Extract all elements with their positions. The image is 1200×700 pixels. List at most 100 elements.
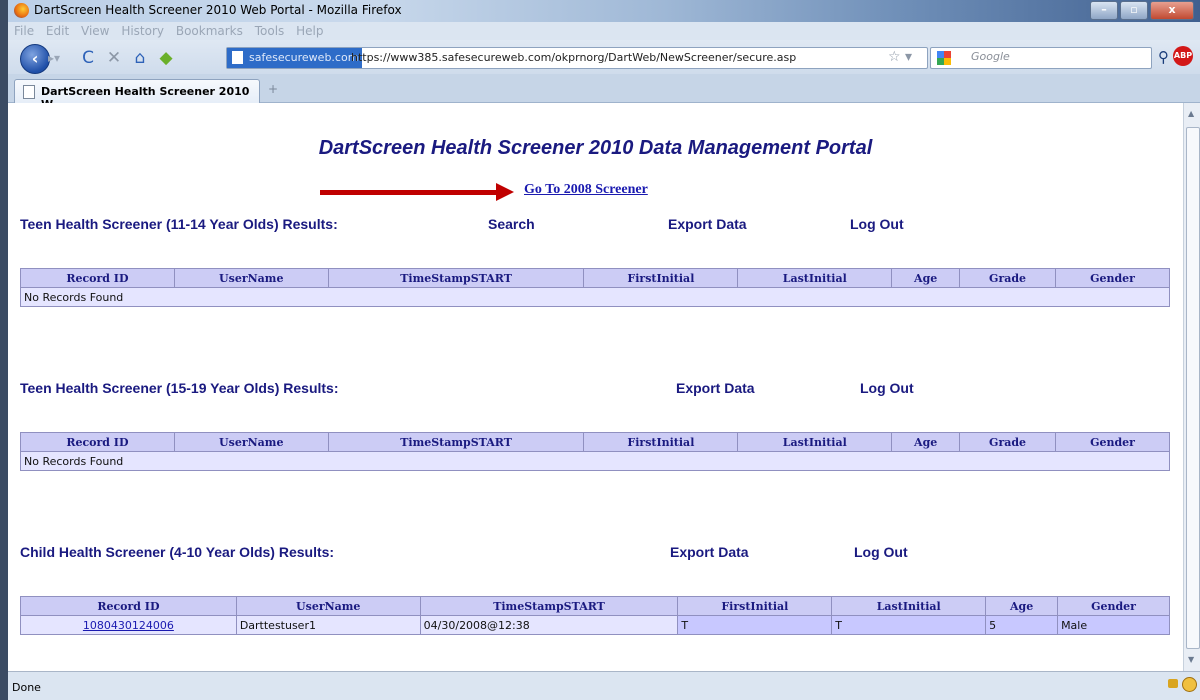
status-bar: Done (8, 671, 1200, 700)
reload-icon[interactable]: C (78, 48, 98, 68)
column-header[interactable]: LastInitial (737, 432, 893, 452)
results-table-teen-15-19: Record ID UserName TimeStampSTART FirstI… (20, 432, 1170, 471)
timestamp-cell: 04/30/2008@12:38 (419, 615, 679, 635)
page-icon (232, 51, 243, 64)
window-title: DartScreen Health Screener 2010 Web Port… (34, 3, 402, 17)
window-controls: – ▫ x (1090, 1, 1194, 20)
log-out-link[interactable]: Log Out (854, 544, 908, 560)
close-button[interactable]: x (1150, 1, 1194, 20)
column-header[interactable]: Grade (959, 432, 1057, 452)
column-header[interactable]: FirstInitial (583, 268, 739, 288)
scroll-down-arrow-icon[interactable]: ▼ (1188, 655, 1194, 664)
goto-2008-screener-link[interactable]: Go To 2008 Screener (524, 182, 648, 198)
column-header[interactable]: Age (985, 596, 1059, 616)
tab-active[interactable]: DartScreen Health Screener 2010 W... (14, 79, 260, 111)
tab-bar: DartScreen Health Screener 2010 W... + (8, 74, 1200, 111)
last-initial-cell: T (831, 615, 987, 635)
column-header[interactable]: LastInitial (737, 268, 893, 288)
column-header[interactable]: Gender (1057, 596, 1170, 616)
new-tab-button[interactable]: + (264, 82, 282, 98)
forward-dropdown-icon[interactable]: ▸▾ (48, 49, 66, 67)
search-input[interactable]: Google (930, 47, 1152, 69)
maximize-button[interactable]: ▫ (1120, 1, 1148, 20)
site-identity-badge[interactable]: safesecureweb.com (227, 48, 363, 68)
section-title-child-4-10: Child Health Screener (4-10 Year Olds) R… (20, 544, 335, 560)
column-header[interactable]: FirstInitial (583, 432, 739, 452)
vertical-scrollbar[interactable]: ▲ ▼ (1183, 103, 1200, 671)
addon-icon[interactable]: ◆ (156, 48, 176, 68)
url-bar[interactable]: safesecureweb.com https://www385.safesec… (226, 47, 928, 69)
table-header-row: Record ID UserName TimeStampSTART FirstI… (20, 268, 1170, 288)
no-records-message: No Records Found (20, 451, 1170, 471)
column-header[interactable]: UserName (173, 432, 329, 452)
log-out-link[interactable]: Log Out (850, 216, 904, 232)
table-header-row: Record ID UserName TimeStampSTART FirstI… (20, 596, 1170, 616)
navigation-toolbar: ‹ ▸▾ C ✕ ⌂ ◆ safesecureweb.com https://w… (8, 40, 1200, 74)
table-row: No Records Found (20, 451, 1170, 471)
menu-view[interactable]: View (81, 22, 109, 40)
column-header[interactable]: Record ID (20, 268, 175, 288)
menu-edit[interactable]: Edit (46, 22, 69, 40)
column-header[interactable]: FirstInitial (677, 596, 833, 616)
bookmark-star-icon[interactable]: ☆ ▾ (888, 48, 912, 66)
column-header[interactable]: Age (891, 432, 961, 452)
column-header[interactable]: TimeStampSTART (419, 596, 679, 616)
age-cell: 5 (985, 615, 1059, 635)
export-data-link[interactable]: Export Data (676, 380, 755, 396)
no-records-message: No Records Found (20, 287, 1170, 307)
menu-history[interactable]: History (121, 22, 164, 40)
arrow-shaft (320, 190, 500, 195)
back-button[interactable]: ‹ (20, 44, 50, 74)
table-row: No Records Found (20, 287, 1170, 307)
site-identity-label: safesecureweb.com (249, 51, 359, 64)
column-header[interactable]: UserName (235, 596, 421, 616)
menu-tools[interactable]: Tools (255, 22, 285, 40)
addon-status-icon[interactable] (1182, 677, 1197, 692)
record-id-cell[interactable]: 1080430124006 (20, 615, 237, 635)
adblock-icon[interactable]: ABP (1173, 46, 1193, 66)
search-go-icon[interactable]: ⚲ (1158, 48, 1169, 66)
first-initial-cell: T (677, 615, 833, 635)
scroll-up-arrow-icon[interactable]: ▲ (1188, 109, 1194, 118)
menu-bar: File Edit View History Bookmarks Tools H… (8, 22, 1200, 40)
minimize-button[interactable]: – (1090, 1, 1118, 20)
stop-icon[interactable]: ✕ (104, 48, 124, 68)
firefox-icon (14, 3, 29, 18)
results-table-teen-11-14: Record ID UserName TimeStampSTART FirstI… (20, 268, 1170, 307)
table-row: 1080430124006 Darttestuser1 04/30/2008@1… (20, 615, 1170, 635)
browser-window: DartScreen Health Screener 2010 Web Port… (8, 0, 1200, 700)
column-header[interactable]: UserName (173, 268, 329, 288)
menu-file[interactable]: File (14, 22, 34, 40)
scrollbar-thumb[interactable] (1186, 127, 1200, 649)
page-title: DartScreen Health Screener 2010 Data Man… (318, 137, 873, 159)
column-header[interactable]: Gender (1055, 268, 1170, 288)
google-icon[interactable] (937, 51, 951, 65)
column-header[interactable]: TimeStampSTART (327, 432, 585, 452)
table-header-row: Record ID UserName TimeStampSTART FirstI… (20, 432, 1170, 452)
status-text: Done (12, 681, 41, 694)
arrow-icon (496, 183, 514, 201)
column-header[interactable]: LastInitial (831, 596, 987, 616)
column-header[interactable]: Age (891, 268, 961, 288)
padlock-icon[interactable] (1168, 679, 1178, 688)
gender-cell: Male (1057, 615, 1170, 635)
home-icon[interactable]: ⌂ (130, 48, 150, 68)
column-header[interactable]: Gender (1055, 432, 1170, 452)
url-text[interactable]: https://www385.safesecureweb.com/okprnor… (351, 48, 796, 68)
search-placeholder: Google (971, 50, 1010, 63)
column-header[interactable]: Record ID (20, 432, 175, 452)
export-data-link[interactable]: Export Data (670, 544, 749, 560)
menu-help[interactable]: Help (296, 22, 323, 40)
record-id-link[interactable]: 1080430124006 (83, 619, 174, 632)
section-title-teen-11-14: Teen Health Screener (11-14 Year Olds) R… (20, 216, 338, 232)
search-link[interactable]: Search (488, 216, 535, 232)
export-data-link[interactable]: Export Data (668, 216, 747, 232)
username-cell: Darttestuser1 (235, 615, 421, 635)
title-bar: DartScreen Health Screener 2010 Web Port… (8, 0, 1200, 22)
menu-bookmarks[interactable]: Bookmarks (176, 22, 243, 40)
column-header[interactable]: Grade (959, 268, 1057, 288)
column-header[interactable]: Record ID (20, 596, 237, 616)
tab-page-icon (23, 85, 35, 99)
log-out-link[interactable]: Log Out (860, 380, 914, 396)
column-header[interactable]: TimeStampSTART (327, 268, 585, 288)
